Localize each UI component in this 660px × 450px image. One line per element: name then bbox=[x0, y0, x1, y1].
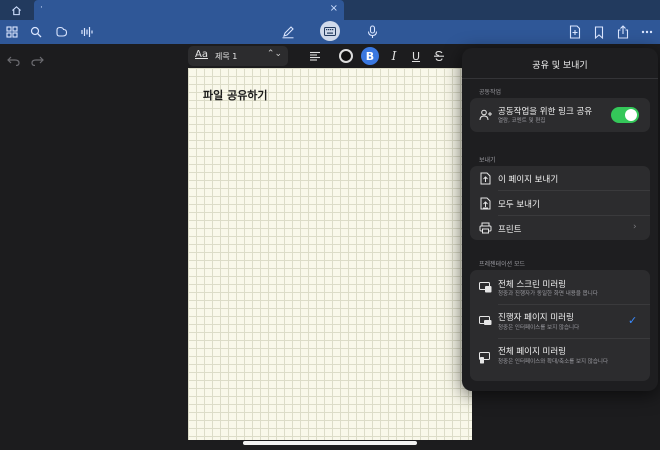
divider bbox=[462, 78, 658, 79]
checkmark-icon: ✓ bbox=[628, 314, 638, 327]
share-icon bbox=[617, 25, 629, 39]
align-left-icon bbox=[310, 51, 320, 61]
pen-icon bbox=[282, 26, 294, 39]
printer-icon bbox=[478, 221, 492, 235]
add-page-button[interactable] bbox=[566, 23, 584, 41]
more-button[interactable] bbox=[638, 23, 656, 41]
mode3-sub: 청중은 인터페이스와 확대/축소를 보지 않습니다 bbox=[498, 359, 609, 365]
mode1-label: 전체 스크린 미러링 bbox=[498, 280, 566, 290]
italic-button[interactable]: I bbox=[385, 47, 403, 65]
grid-button[interactable] bbox=[3, 23, 21, 41]
bookmark-icon bbox=[594, 25, 604, 39]
keyboard-icon bbox=[324, 26, 336, 36]
note-page[interactable]: 파일 공유하기 bbox=[188, 68, 472, 440]
text-style-selector[interactable]: Aa 제목 1 ⌃⌄ bbox=[188, 46, 288, 66]
send-group: 이 페이지 보내기 모두 보내기 프린트 › bbox=[470, 166, 650, 240]
page-heading[interactable]: 파일 공유하기 bbox=[203, 87, 268, 103]
tab-bar: · × bbox=[0, 0, 660, 20]
home-tab[interactable] bbox=[2, 0, 30, 20]
mode1-sub: 청중과 진행자가 동일한 화면 내용을 봅니다 bbox=[498, 291, 598, 297]
search-icon bbox=[30, 26, 42, 38]
send-page-label: 이 페이지 보내기 bbox=[498, 175, 559, 185]
mode2-label: 진행자 페이지 미러링 bbox=[498, 313, 574, 323]
mode2-sub: 청중은 인터페이스를 보지 않습니다 bbox=[498, 325, 580, 331]
print-row[interactable]: 프린트 › bbox=[470, 216, 650, 240]
updown-chevron-icon: ⌃⌄ bbox=[266, 49, 282, 59]
mode3-label: 전체 페이지 미러링 bbox=[498, 347, 566, 357]
text-style-name: 제목 1 bbox=[215, 52, 238, 61]
collab-section-header: 공동작업 bbox=[479, 89, 502, 96]
microphone-button[interactable] bbox=[363, 23, 381, 41]
undo-button[interactable] bbox=[7, 51, 20, 70]
print-label: 프린트 bbox=[498, 225, 522, 235]
microphone-icon bbox=[367, 25, 377, 38]
strikethrough-icon bbox=[434, 50, 444, 62]
text-style-icon: Aa bbox=[195, 49, 208, 60]
presenter-mirror-icon bbox=[478, 314, 492, 328]
more-icon bbox=[641, 30, 653, 34]
screen-mirror-icon bbox=[478, 280, 492, 294]
toggle-knob bbox=[625, 109, 637, 121]
audio-waveform-icon bbox=[80, 27, 93, 37]
home-icon bbox=[11, 5, 21, 15]
collab-link-label: 공동작업을 위한 링크 공유 bbox=[498, 107, 593, 117]
share-button[interactable] bbox=[614, 23, 632, 41]
add-page-icon bbox=[569, 25, 581, 39]
collab-link-toggle[interactable] bbox=[611, 107, 639, 123]
chevron-right-icon: › bbox=[633, 222, 637, 232]
full-screen-mirror-row[interactable]: 전체 스크린 미러링 청중과 진행자가 동일한 화면 내용을 봅니다 bbox=[470, 270, 650, 304]
redo-button[interactable] bbox=[31, 51, 44, 70]
bookmark-button[interactable] bbox=[590, 23, 608, 41]
pen-button[interactable] bbox=[279, 23, 297, 41]
home-indicator[interactable] bbox=[243, 441, 417, 445]
app-window: · × Aa 제목 1 ⌃⌄ B I U 파일 공유하기 공유 및 보내기 공동… bbox=[0, 0, 660, 450]
tab-close-button[interactable]: × bbox=[330, 3, 338, 14]
collab-link-sub: 열람, 코멘트 및 편집 bbox=[498, 118, 546, 124]
strikethrough-button[interactable] bbox=[430, 47, 448, 65]
lasso-button[interactable] bbox=[52, 23, 70, 41]
person-add-icon bbox=[478, 108, 492, 122]
text-color-button[interactable] bbox=[339, 49, 353, 63]
send-all-row[interactable]: 모두 보내기 bbox=[470, 191, 650, 215]
send-all-label: 모두 보내기 bbox=[498, 200, 540, 210]
presenter-page-mirror-row[interactable]: 진행자 페이지 미러링 청중은 인터페이스를 보지 않습니다 ✓ bbox=[470, 305, 650, 338]
document-tab[interactable]: · × bbox=[34, 0, 344, 20]
tab-title: · bbox=[40, 3, 43, 13]
redo-icon bbox=[31, 56, 44, 67]
align-button[interactable] bbox=[306, 47, 324, 65]
presentation-section-header: 프레젠테이션 모드 bbox=[479, 261, 526, 268]
export-page-icon bbox=[478, 171, 492, 185]
lasso-icon bbox=[55, 26, 67, 37]
grid-icon bbox=[6, 26, 18, 38]
page-mirror-icon bbox=[478, 351, 492, 365]
export-all-icon bbox=[478, 196, 492, 210]
keyboard-button[interactable] bbox=[320, 21, 340, 41]
search-button[interactable] bbox=[27, 23, 45, 41]
main-toolbar bbox=[0, 20, 660, 44]
collab-group: 공동작업을 위한 링크 공유 열람, 코멘트 및 편집 bbox=[470, 98, 650, 132]
underline-button[interactable]: U bbox=[407, 47, 425, 65]
send-section-header: 보내기 bbox=[479, 157, 496, 164]
undo-icon bbox=[7, 56, 20, 67]
presentation-group: 전체 스크린 미러링 청중과 진행자가 동일한 화면 내용을 봅니다 진행자 페… bbox=[470, 270, 650, 381]
send-page-row[interactable]: 이 페이지 보내기 bbox=[470, 166, 650, 190]
collab-link-row[interactable]: 공동작업을 위한 링크 공유 열람, 코멘트 및 편집 bbox=[470, 98, 650, 132]
popover-title: 공유 및 보내기 bbox=[532, 61, 588, 71]
full-page-mirror-row[interactable]: 전체 페이지 미러링 청중은 인터페이스와 확대/축소를 보지 않습니다 bbox=[470, 339, 650, 381]
bold-button[interactable]: B bbox=[361, 47, 379, 65]
share-popover: 공유 및 보내기 공동작업 공동작업을 위한 링크 공유 열람, 코멘트 및 편… bbox=[462, 48, 658, 391]
audio-button[interactable] bbox=[77, 23, 95, 41]
